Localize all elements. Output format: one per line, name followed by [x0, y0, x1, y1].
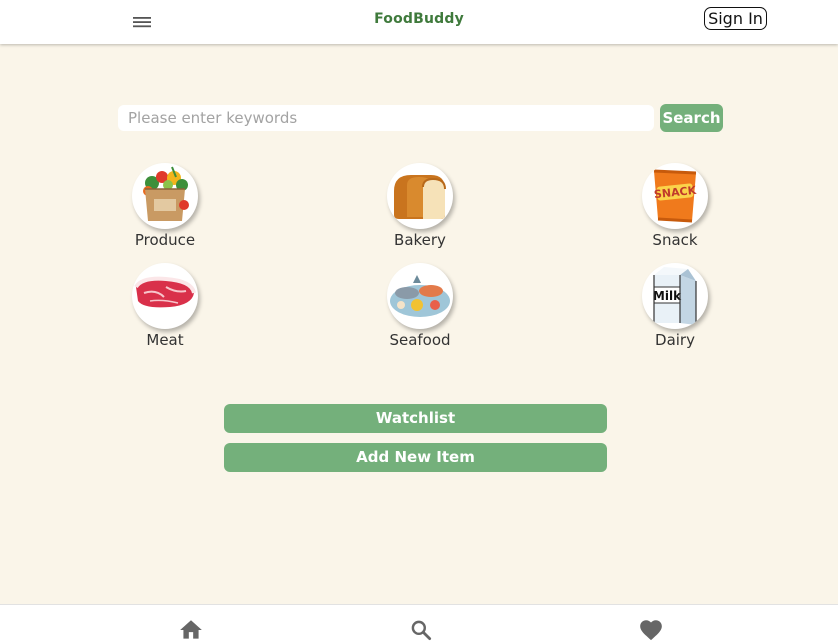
milk-carton-label: Milk: [653, 289, 682, 303]
category-produce[interactable]: Produce: [105, 163, 225, 253]
category-dairy[interactable]: Milk Dairy: [615, 263, 735, 353]
bread-icon: [387, 163, 453, 229]
milk-carton-icon: Milk: [642, 263, 708, 329]
top-app-bar: FoodBuddy Sign In: [0, 0, 838, 44]
search-input[interactable]: [118, 105, 654, 131]
sign-in-button[interactable]: Sign In: [704, 7, 767, 30]
watchlist-button[interactable]: Watchlist: [224, 404, 607, 433]
category-meat[interactable]: Meat: [105, 263, 225, 353]
category-label: Meat: [146, 331, 184, 349]
category-label: Bakery: [394, 231, 446, 249]
category-label: Dairy: [655, 331, 695, 349]
category-snack[interactable]: SNACK Snack: [615, 163, 735, 253]
category-label: Produce: [134, 231, 196, 249]
heart-icon[interactable]: [638, 617, 664, 643]
add-new-item-button[interactable]: Add New Item: [224, 443, 607, 472]
bottom-navigation: [0, 604, 838, 644]
home-icon[interactable]: [178, 617, 204, 643]
seafood-platter-icon: [387, 263, 453, 329]
category-bakery[interactable]: Bakery: [360, 163, 480, 253]
produce-bag-icon: [132, 163, 198, 229]
search-icon[interactable]: [408, 617, 434, 643]
search-button[interactable]: Search: [660, 104, 723, 132]
category-label: Snack: [652, 231, 698, 249]
category-seafood[interactable]: Seafood: [360, 263, 480, 353]
category-label: Seafood: [389, 331, 451, 349]
snack-bag-icon: SNACK: [642, 163, 708, 229]
steak-icon: [132, 263, 198, 329]
